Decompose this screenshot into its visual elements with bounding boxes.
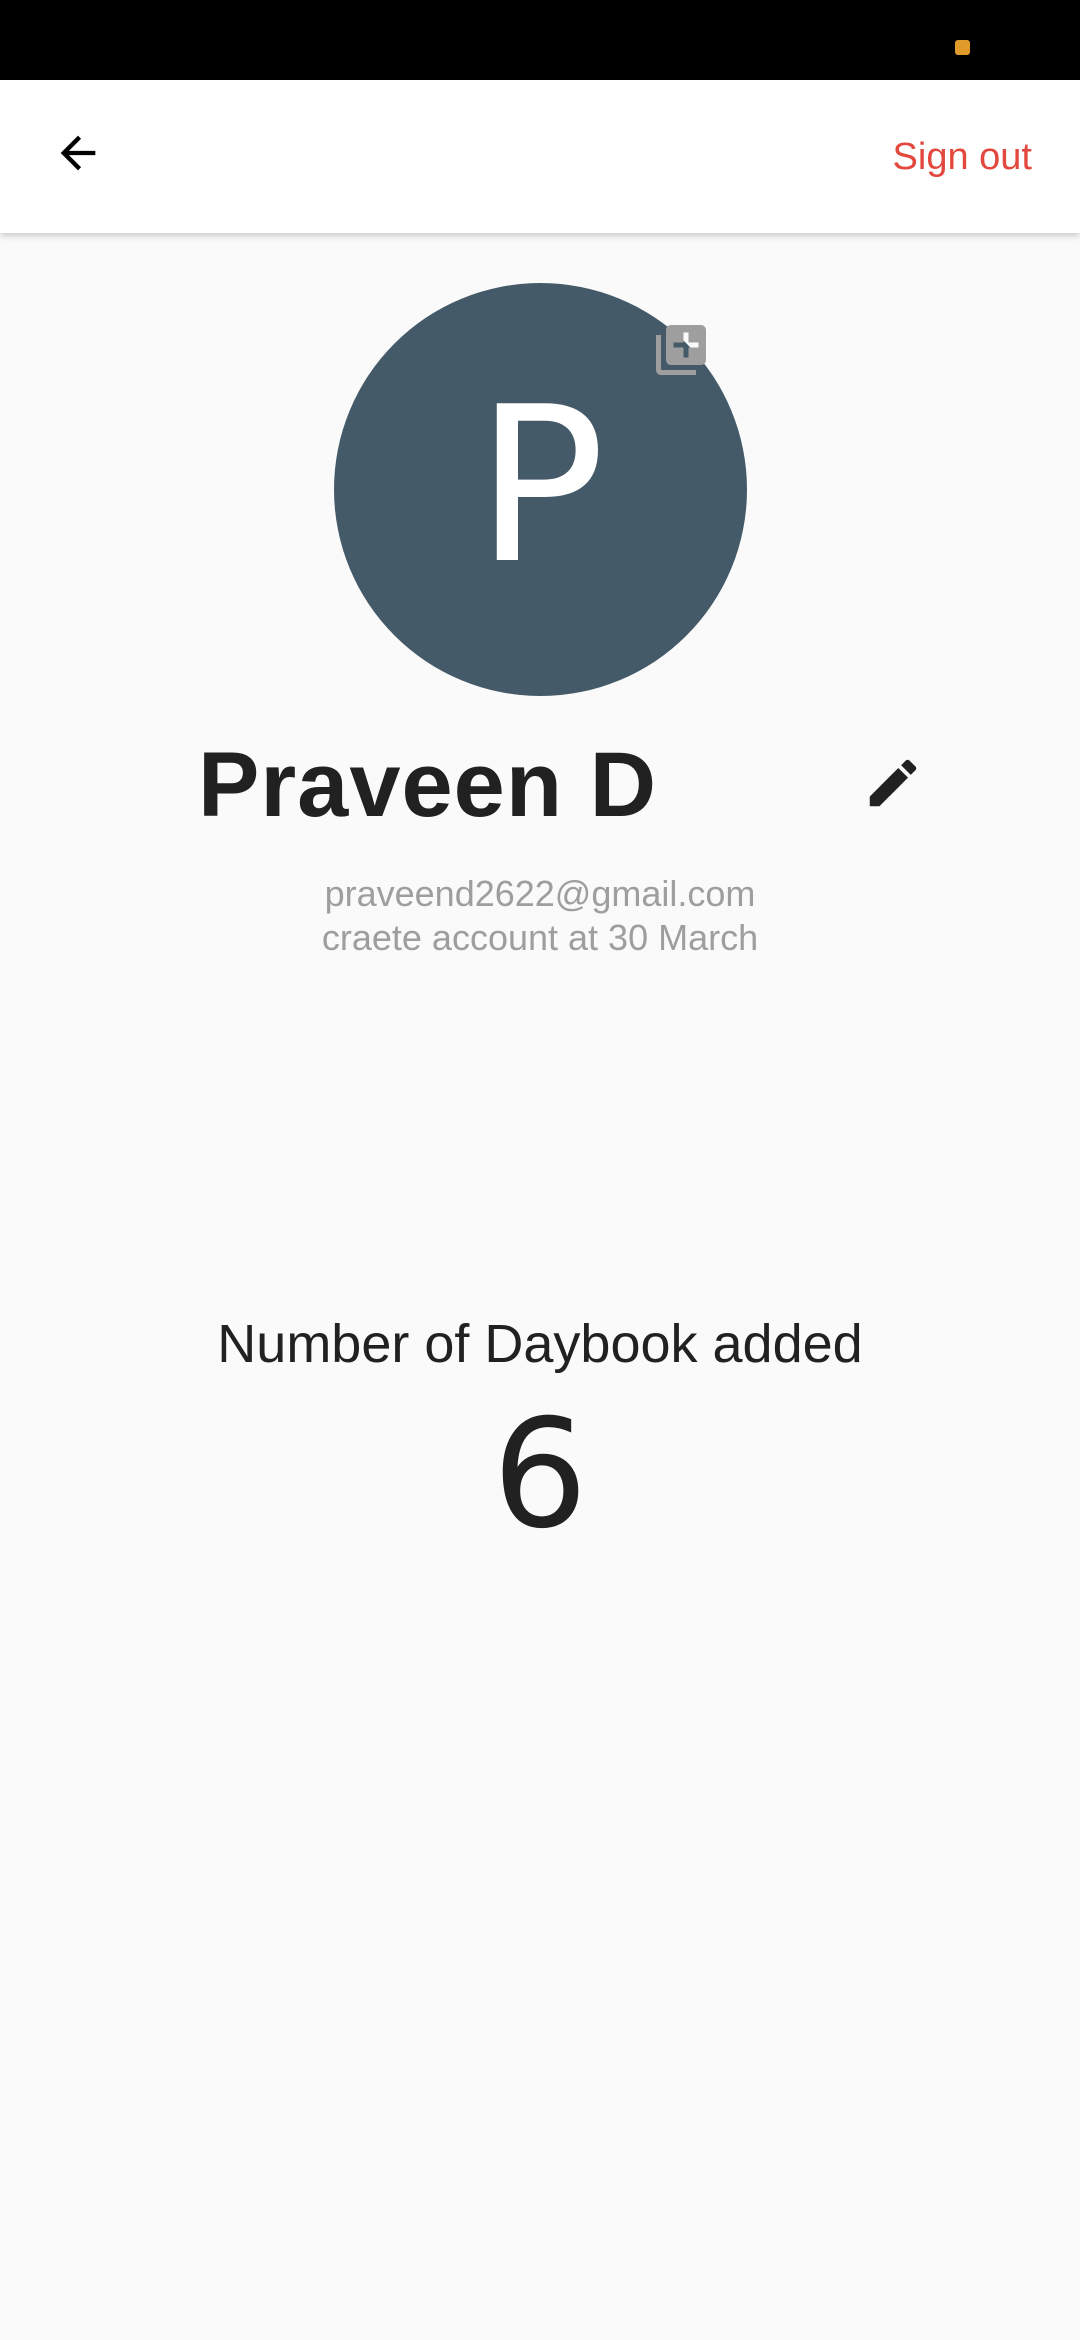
status-bar xyxy=(0,0,1080,80)
arrow-back-icon xyxy=(60,135,95,170)
edit-name-button[interactable] xyxy=(862,752,924,814)
add-photo-library-icon xyxy=(656,325,706,375)
sign-out-button[interactable]: Sign out xyxy=(893,125,1032,190)
profile-email: praveend2622@gmail.com xyxy=(324,873,756,914)
daybook-count-label: Number of Daybook added xyxy=(217,1314,863,1374)
profile-name: Praveen D xyxy=(198,734,658,836)
back-button[interactable] xyxy=(40,115,115,190)
app-bar: Sign out xyxy=(0,80,1080,233)
add-photo-button[interactable] xyxy=(651,320,711,380)
account-created-text: craete account at 30 March xyxy=(321,917,759,958)
pencil-icon xyxy=(869,759,917,807)
daybook-count-value: 6 xyxy=(492,1388,588,1562)
avatar-initial: P xyxy=(475,360,606,611)
battery-icon xyxy=(955,40,970,55)
